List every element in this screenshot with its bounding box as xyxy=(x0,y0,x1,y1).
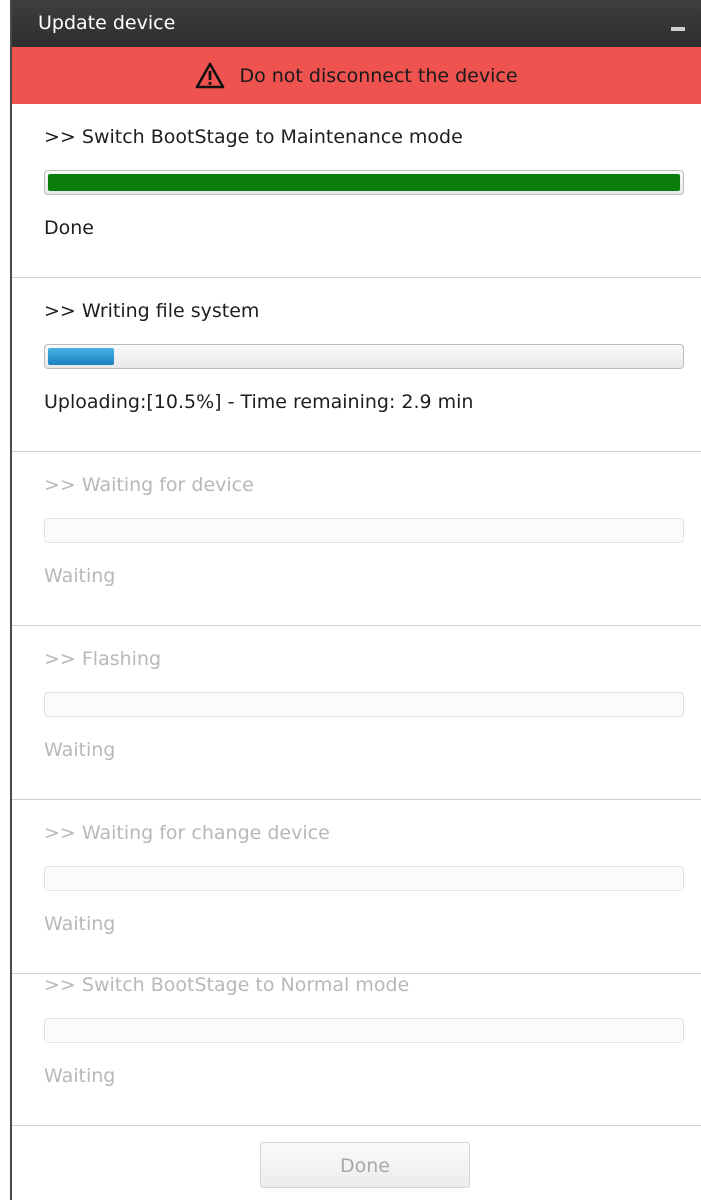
step-waiting-for-device: >> Waiting for device Waiting xyxy=(12,452,701,626)
step-status: Done xyxy=(44,217,94,239)
progress-bar xyxy=(44,692,684,717)
dialog-footer: Done xyxy=(12,1126,701,1200)
step-title: >> Switch BootStage to Normal mode xyxy=(44,974,410,996)
step-title: >> Waiting for change device xyxy=(44,822,330,844)
step-title: >> Flashing xyxy=(44,648,162,670)
progress-bar xyxy=(44,518,684,543)
warning-text: Do not disconnect the device xyxy=(239,64,518,87)
step-title: >> Switch BootStage to Maintenance mode xyxy=(44,126,463,148)
step-switch-maintenance: >> Switch BootStage to Maintenance mode … xyxy=(12,104,701,278)
minimize-icon[interactable] xyxy=(671,27,685,31)
progress-bar xyxy=(44,344,684,369)
done-button[interactable]: Done xyxy=(260,1142,470,1188)
progress-fill xyxy=(48,174,680,191)
step-title: >> Writing file system xyxy=(44,300,260,322)
warning-banner: Do not disconnect the device xyxy=(12,47,701,104)
step-status: Waiting xyxy=(44,565,116,587)
step-switch-normal: >> Switch BootStage to Normal mode Waiti… xyxy=(12,952,701,1126)
progress-bar xyxy=(44,866,684,891)
title-bar: Update device xyxy=(12,0,701,47)
step-status: Waiting xyxy=(44,1065,116,1087)
warning-triangle-icon xyxy=(196,62,225,89)
step-status: Uploading:[10.5%] - Time remaining: 2.9 … xyxy=(44,391,474,413)
step-status: Waiting xyxy=(44,739,116,761)
step-flashing: >> Flashing Waiting xyxy=(12,626,701,800)
step-waiting-for-change-device: >> Waiting for change device Waiting xyxy=(12,800,701,974)
progress-bar xyxy=(44,170,684,195)
progress-fill xyxy=(48,348,115,365)
update-device-window: Update device Do not disconnect the devi… xyxy=(10,0,701,1200)
progress-bar xyxy=(44,1018,684,1043)
window-title: Update device xyxy=(38,12,176,34)
step-title: >> Waiting for device xyxy=(44,474,254,496)
step-writing-file-system: >> Writing file system Uploading:[10.5%]… xyxy=(12,278,701,452)
step-status: Waiting xyxy=(44,913,116,935)
